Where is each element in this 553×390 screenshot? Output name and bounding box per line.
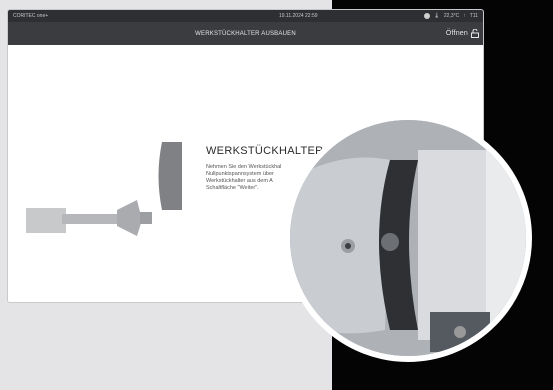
- counter: T11: [469, 13, 478, 19]
- arrow-up-icon: ↑: [463, 13, 466, 19]
- unlock-icon: [471, 29, 479, 38]
- datetime: 19.11.2024 22:59: [278, 13, 318, 19]
- brand-label: CORITEC one+: [13, 13, 49, 19]
- open-button[interactable]: Öffnen: [446, 26, 479, 41]
- clamp-detail-illustration: [290, 120, 526, 356]
- page-title: WERKSTÜCKHALTER AUSBAUEN: [195, 30, 296, 37]
- thermometer-icon: 🌡: [433, 13, 440, 19]
- status-right: 🌡 22,3°C ↑ T11: [423, 13, 478, 19]
- title-bar: WERKSTÜCKHALTER AUSBAUEN Öffnen: [8, 22, 483, 45]
- temperature: 22,3°C: [443, 13, 460, 19]
- status-bar: CORITEC one+ 19.11.2024 22:59 🌡 22,3°C ↑…: [8, 10, 483, 22]
- holder-illustration: [26, 142, 182, 236]
- network-icon: [423, 13, 430, 19]
- zoom-detail-photo: [284, 114, 532, 362]
- open-label: Öffnen: [445, 30, 468, 37]
